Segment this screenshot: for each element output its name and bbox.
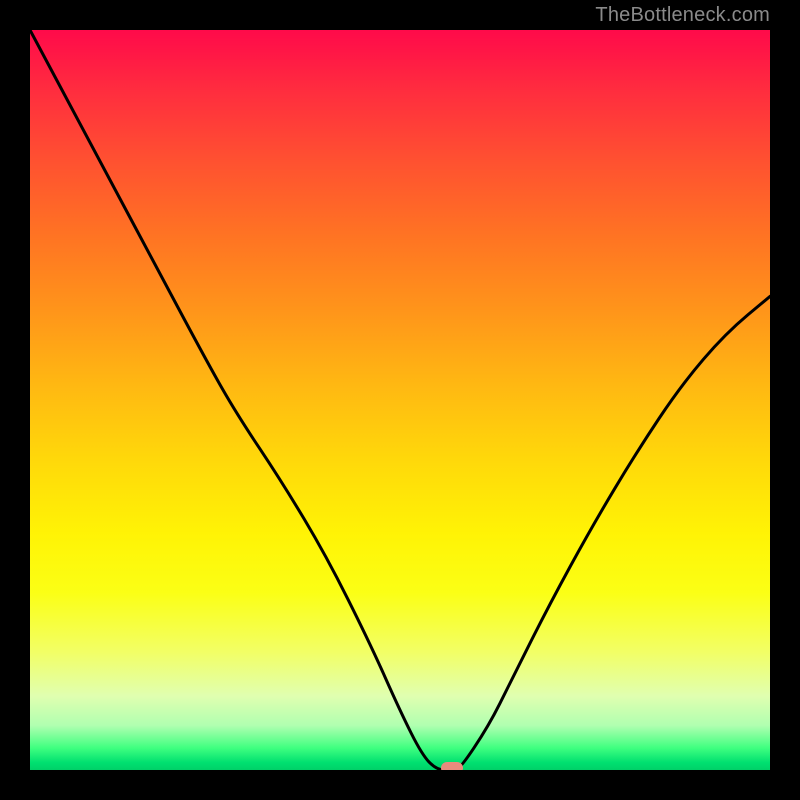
marker-dot <box>441 762 463 770</box>
watermark-text: TheBottleneck.com <box>595 4 770 27</box>
chart-frame: TheBottleneck.com <box>0 0 800 800</box>
gradient-background <box>30 30 770 770</box>
plot-area <box>30 30 770 770</box>
